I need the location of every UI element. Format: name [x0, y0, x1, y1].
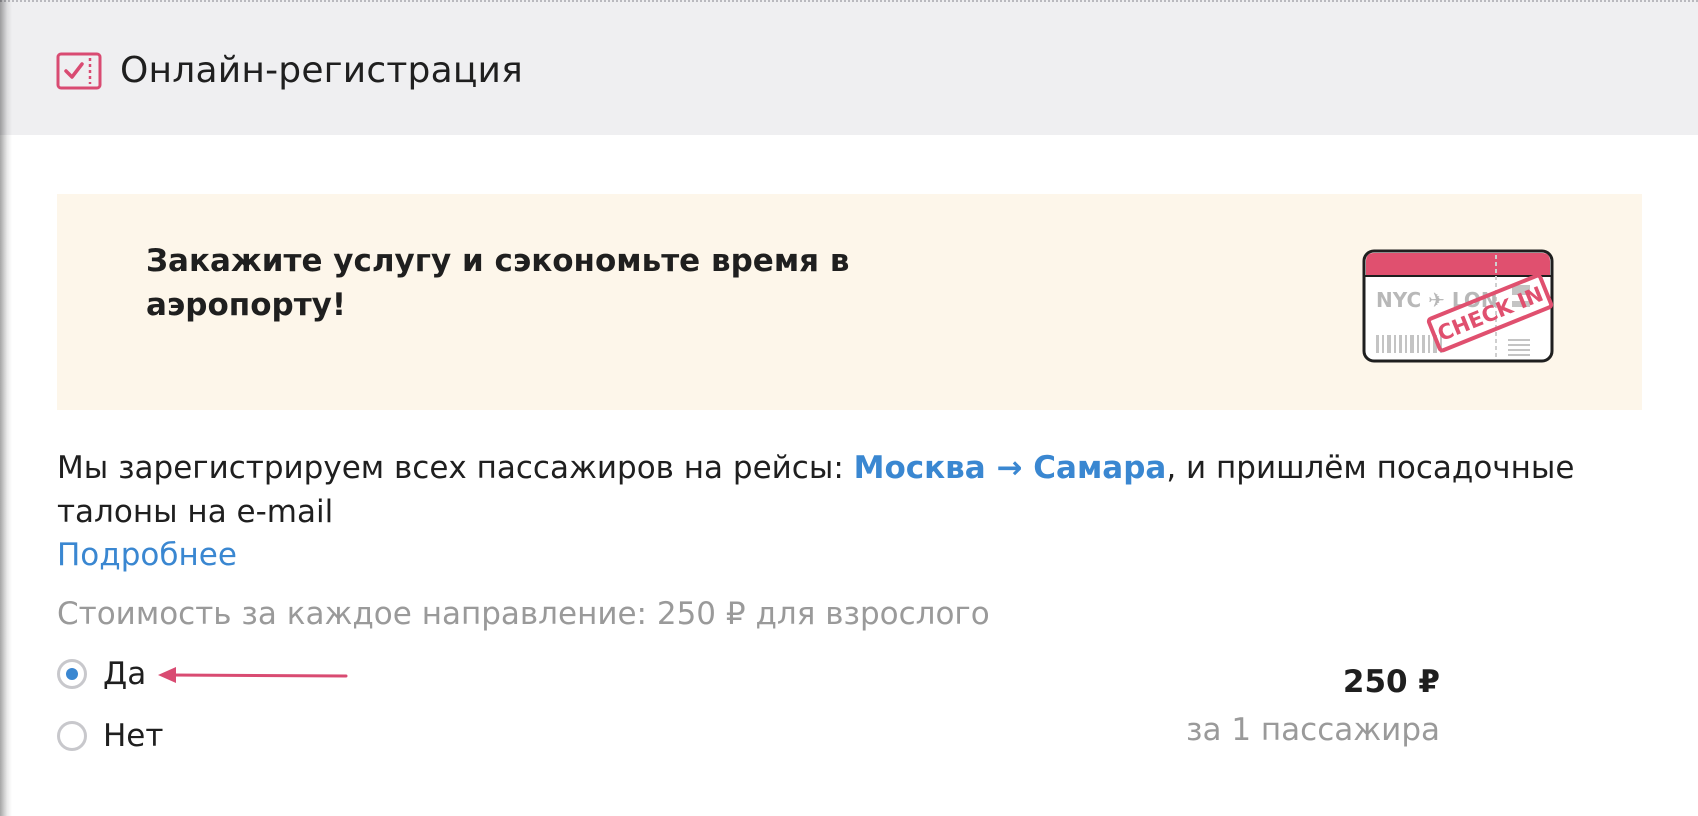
- option-yes[interactable]: Да: [57, 652, 146, 696]
- promo-text: Закажите услугу и сэкономьте время в аэр…: [146, 243, 850, 323]
- checkin-ticket-icon: [56, 52, 102, 90]
- top-dotted-border: [0, 0, 1698, 3]
- cost-note: Стоимость за каждое направление: 250 ₽ д…: [57, 596, 990, 632]
- price-amount: 250 ₽: [1342, 664, 1440, 700]
- description-prefix: Мы зарегистрируем всех пассажиров на рей…: [57, 450, 854, 486]
- pointer-arrow-icon: [158, 667, 348, 683]
- radio-yes[interactable]: [57, 659, 87, 689]
- option-no[interactable]: Нет: [57, 714, 163, 758]
- window-edge-shadow: [0, 0, 12, 816]
- radio-no[interactable]: [57, 721, 87, 751]
- option-yes-label: Да: [103, 656, 147, 692]
- boarding-pass-check-in-icon: NYC ✈ LON CHECK IN: [1362, 249, 1554, 363]
- promo-banner: Закажите услугу и сэкономьте время в аэр…: [57, 194, 1642, 410]
- more-info-link[interactable]: Подробнее: [57, 533, 237, 577]
- section-header: Онлайн-регистрация: [0, 0, 1698, 135]
- route-text: Москва → Самара: [853, 450, 1167, 486]
- service-description: Мы зарегистрируем всех пассажиров на рей…: [57, 446, 1647, 534]
- price-per-passenger: за 1 пассажира: [1185, 712, 1440, 748]
- page-title: Онлайн-регистрация: [120, 50, 524, 91]
- option-no-label: Нет: [103, 718, 164, 754]
